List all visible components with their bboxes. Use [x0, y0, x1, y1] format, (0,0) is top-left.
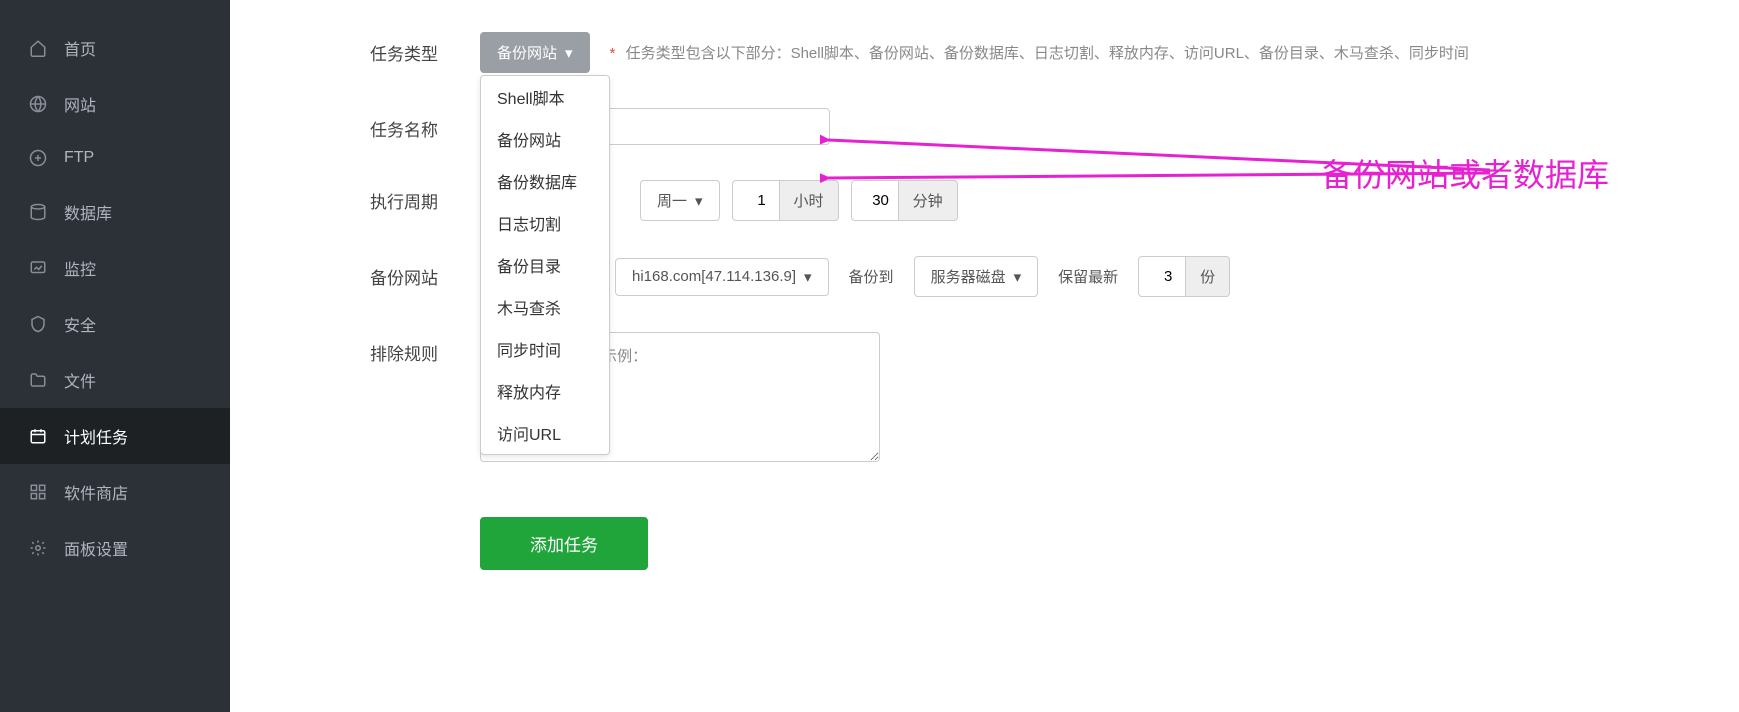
sidebar-item-ftp[interactable]: FTP [0, 132, 230, 184]
sidebar-item-label: 面板设置 [64, 536, 128, 560]
gear-icon [28, 538, 48, 558]
sidebar-item-label: 首页 [64, 36, 96, 60]
chevron-down-icon: ▾ [804, 268, 812, 286]
label-task-name: 任务名称 [370, 108, 480, 141]
sidebar-item-label: 计划任务 [64, 424, 128, 448]
sidebar-item-label: 软件商店 [64, 480, 128, 504]
sidebar-item-label: 安全 [64, 312, 96, 336]
label-cycle: 执行周期 [370, 180, 480, 213]
dropdown-item[interactable]: 备份目录 [481, 244, 609, 286]
sidebar-item-label: 监控 [64, 256, 96, 280]
sidebar: 首页 网站 FTP 数据库 监控 安全 文件 计划任务 [0, 0, 230, 712]
dropdown-item[interactable]: Shell脚本 [481, 76, 609, 118]
minute-unit: 分钟 [898, 180, 958, 221]
hour-group: 小时 [732, 180, 839, 221]
task-type-select[interactable]: 备份网站 ▾ [480, 32, 590, 73]
dropdown-item[interactable]: 访问URL [481, 412, 609, 454]
chevron-down-icon: ▾ [1014, 268, 1022, 286]
sidebar-item-label: FTP [64, 149, 94, 167]
task-type-value: 备份网站 [497, 42, 557, 63]
minute-group: 分钟 [851, 180, 958, 221]
dropdown-item[interactable]: 备份网站 [481, 118, 609, 160]
backup-dest-value: 服务器磁盘 [931, 266, 1006, 287]
calendar-icon [28, 426, 48, 446]
dropdown-item[interactable]: 日志切割 [481, 202, 609, 244]
apps-icon [28, 482, 48, 502]
sidebar-item-label: 网站 [64, 92, 96, 116]
backup-site-value: hi168.com[47.114.136.9] [632, 268, 796, 285]
keep-unit: 份 [1185, 256, 1230, 297]
chevron-down-icon: ▾ [565, 44, 573, 62]
label-exclude: 排除规则 [370, 332, 480, 365]
weekday-value: 周一 [657, 190, 687, 211]
dropdown-item[interactable]: 木马查杀 [481, 286, 609, 328]
ftp-icon [28, 148, 48, 168]
required-star: * [610, 45, 616, 62]
backup-to-label: 备份到 [849, 266, 894, 287]
dropdown-item[interactable]: 备份数据库 [481, 160, 609, 202]
task-type-note-text: 任务类型包含以下部分：Shell脚本、备份网站、备份数据库、日志切割、释放内存、… [626, 45, 1469, 62]
sidebar-item-settings[interactable]: 面板设置 [0, 520, 230, 576]
keep-latest-label: 保留最新 [1058, 266, 1118, 287]
home-icon [28, 38, 48, 58]
sidebar-item-files[interactable]: 文件 [0, 352, 230, 408]
sidebar-item-database[interactable]: 数据库 [0, 184, 230, 240]
dropdown-item[interactable]: 释放内存 [481, 370, 609, 412]
chevron-down-icon: ▾ [695, 192, 703, 210]
submit-button[interactable]: 添加任务 [480, 517, 648, 570]
globe-icon [28, 94, 48, 114]
monitor-icon [28, 258, 48, 278]
task-type-dropdown: Shell脚本 备份网站 备份数据库 日志切割 备份目录 木马查杀 同步时间 释… [480, 75, 610, 455]
sidebar-item-security[interactable]: 安全 [0, 296, 230, 352]
sidebar-item-label: 文件 [64, 368, 96, 392]
keep-group: 份 [1138, 256, 1230, 297]
folder-icon [28, 370, 48, 390]
task-type-note: * 任务类型包含以下部分：Shell脚本、备份网站、备份数据库、日志切割、释放内… [610, 42, 1469, 63]
sidebar-item-monitor[interactable]: 监控 [0, 240, 230, 296]
main-content: 任务类型 备份网站 ▾ Shell脚本 备份网站 备份数据库 日志切割 备份目录… [230, 0, 1739, 712]
sidebar-item-cron[interactable]: 计划任务 [0, 408, 230, 464]
shield-icon [28, 314, 48, 334]
backup-site-select[interactable]: hi168.com[47.114.136.9] ▾ [615, 258, 829, 296]
sidebar-item-softstore[interactable]: 软件商店 [0, 464, 230, 520]
task-type-dropdown-wrapper: 备份网站 ▾ Shell脚本 备份网站 备份数据库 日志切割 备份目录 木马查杀… [480, 32, 590, 73]
hour-unit: 小时 [779, 180, 839, 221]
label-task-type: 任务类型 [370, 32, 480, 65]
sidebar-item-website[interactable]: 网站 [0, 76, 230, 132]
sidebar-item-label: 数据库 [64, 200, 112, 224]
backup-dest-select[interactable]: 服务器磁盘 ▾ [914, 256, 1039, 297]
database-icon [28, 202, 48, 222]
label-backup-site: 备份网站 [370, 256, 480, 289]
dropdown-item[interactable]: 同步时间 [481, 328, 609, 370]
row-task-type: 任务类型 备份网站 ▾ Shell脚本 备份网站 备份数据库 日志切割 备份目录… [370, 32, 1599, 73]
sidebar-item-home[interactable]: 首页 [0, 20, 230, 76]
weekday-select[interactable]: 周一 ▾ [640, 180, 720, 221]
